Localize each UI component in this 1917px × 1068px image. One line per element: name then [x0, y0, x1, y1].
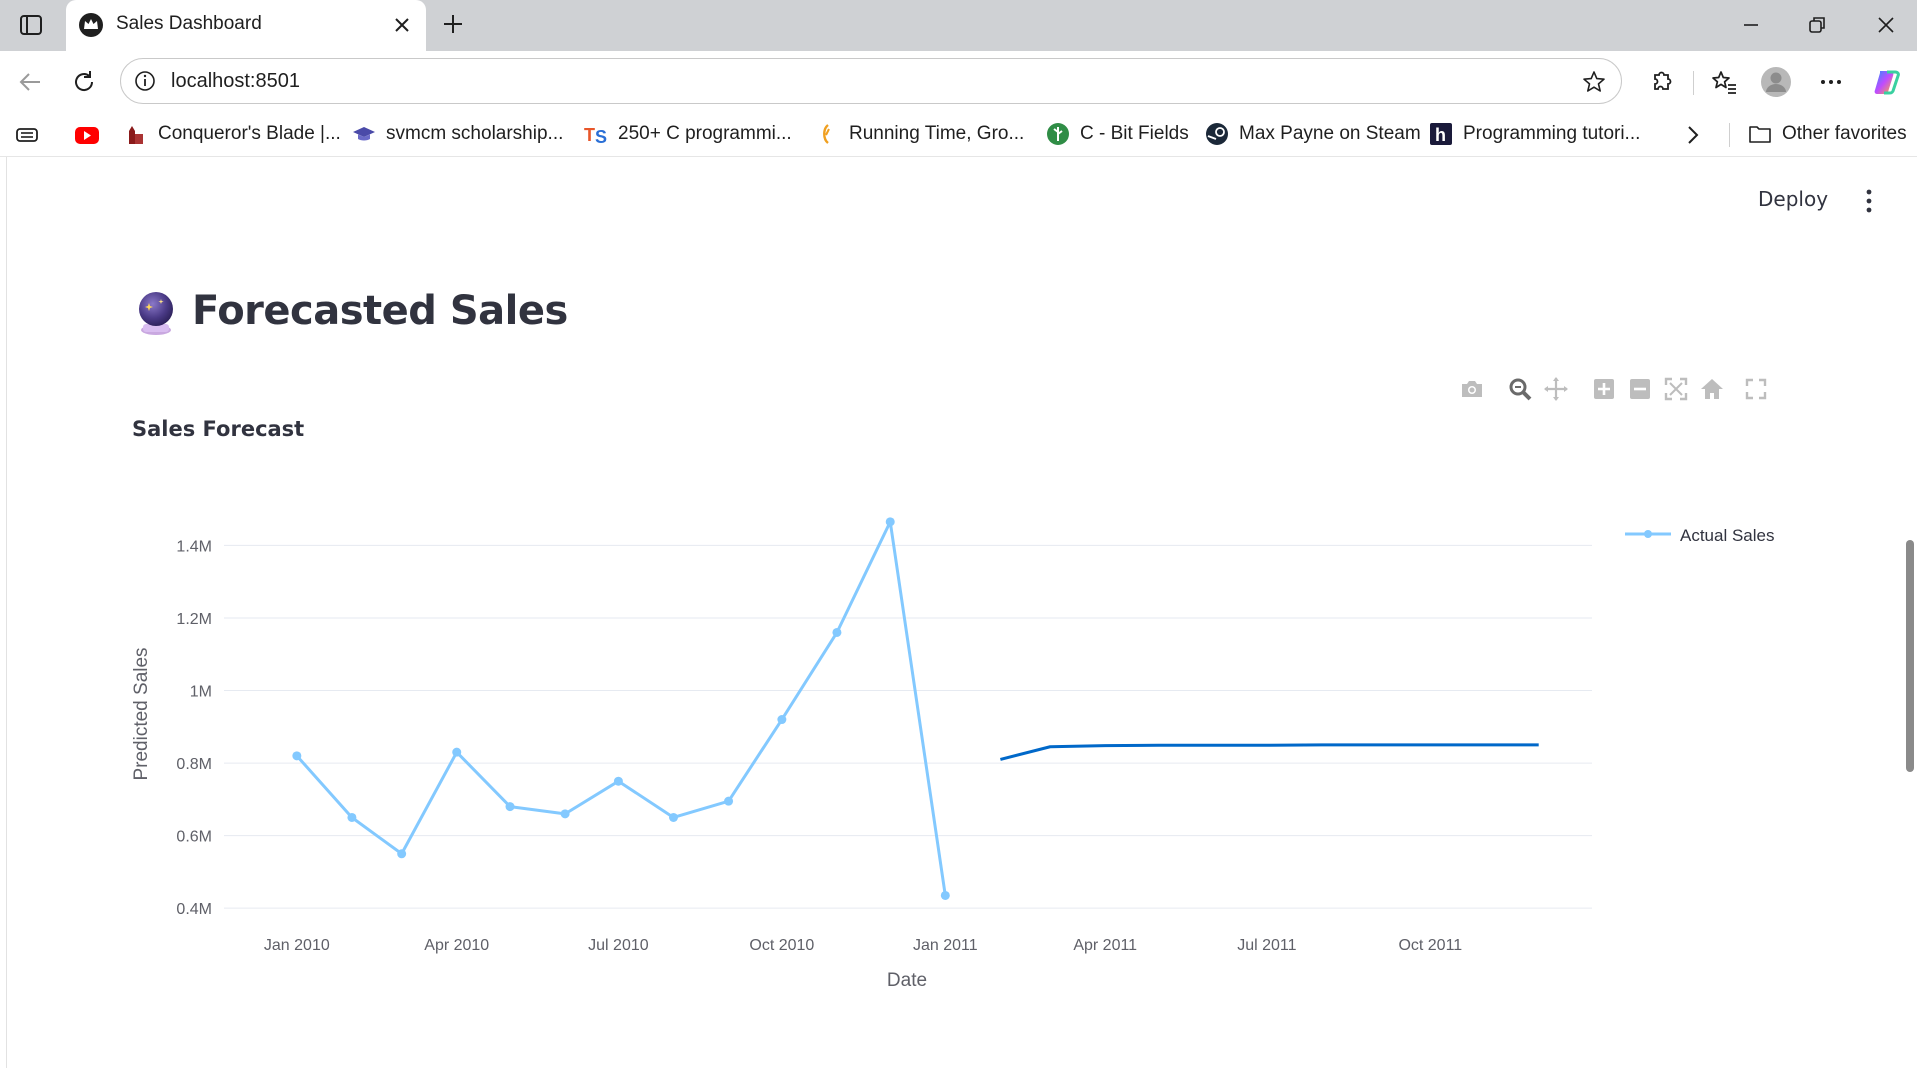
data-point[interactable] [940, 890, 950, 900]
data-point[interactable] [832, 627, 842, 637]
data-point[interactable] [724, 796, 734, 806]
y-tick-label: 1.2M [176, 611, 212, 628]
y-tick-label: 0.4M [176, 901, 212, 918]
data-point[interactable] [292, 751, 302, 761]
y-tick-label: 1M [190, 684, 212, 701]
data-point[interactable] [885, 517, 895, 527]
x-tick-label: Apr 2011 [1073, 937, 1137, 954]
data-point[interactable] [452, 747, 462, 757]
y-axis-ticks: 0.4M 0.6M 0.8M 1M 1.2M 1.4M [176, 538, 212, 918]
actual-sales-line[interactable] [295, 520, 947, 896]
scrollbar-thumb[interactable] [1906, 540, 1914, 772]
legend-entry-actual-sales[interactable]: Actual Sales [1680, 526, 1775, 545]
x-tick-label: Jan 2011 [913, 937, 978, 954]
series-lines [292, 517, 1539, 900]
data-point[interactable] [397, 849, 407, 859]
x-tick-label: Oct 2011 [1398, 937, 1462, 954]
data-point[interactable] [347, 812, 357, 822]
y-tick-label: 1.4M [176, 538, 212, 555]
x-axis-label: Date [887, 970, 927, 991]
legend-swatch-marker [1644, 530, 1652, 538]
legend[interactable]: Actual Sales [1625, 526, 1775, 545]
sales-forecast-chart[interactable]: 0.4M0.6M0.8M1M1.2M1.4M Jan 2010 Apr 2010 J… [0, 0, 1917, 1068]
forecast-line[interactable] [1000, 743, 1539, 761]
y-tick-label: 0.8M [176, 756, 212, 773]
gridlines [224, 544, 1592, 909]
data-point[interactable] [560, 809, 570, 819]
data-point[interactable] [505, 802, 515, 812]
data-point[interactable] [777, 715, 787, 725]
x-tick-label: Jul 2010 [588, 937, 649, 954]
x-tick-label: Jan 2010 [264, 937, 330, 954]
y-tick-label: 0.6M [176, 829, 212, 846]
x-tick-label: Apr 2010 [424, 937, 489, 954]
data-point[interactable] [668, 812, 678, 822]
y-axis-label: Predicted Sales [131, 647, 152, 780]
x-axis-ticks: Jan 2010 Apr 2010 Jul 2010 Oct 2010 Jan 2011… [264, 937, 1462, 954]
x-tick-label: Oct 2010 [749, 937, 814, 954]
data-point[interactable] [613, 776, 623, 786]
x-tick-label: Jul 2011 [1237, 937, 1296, 954]
